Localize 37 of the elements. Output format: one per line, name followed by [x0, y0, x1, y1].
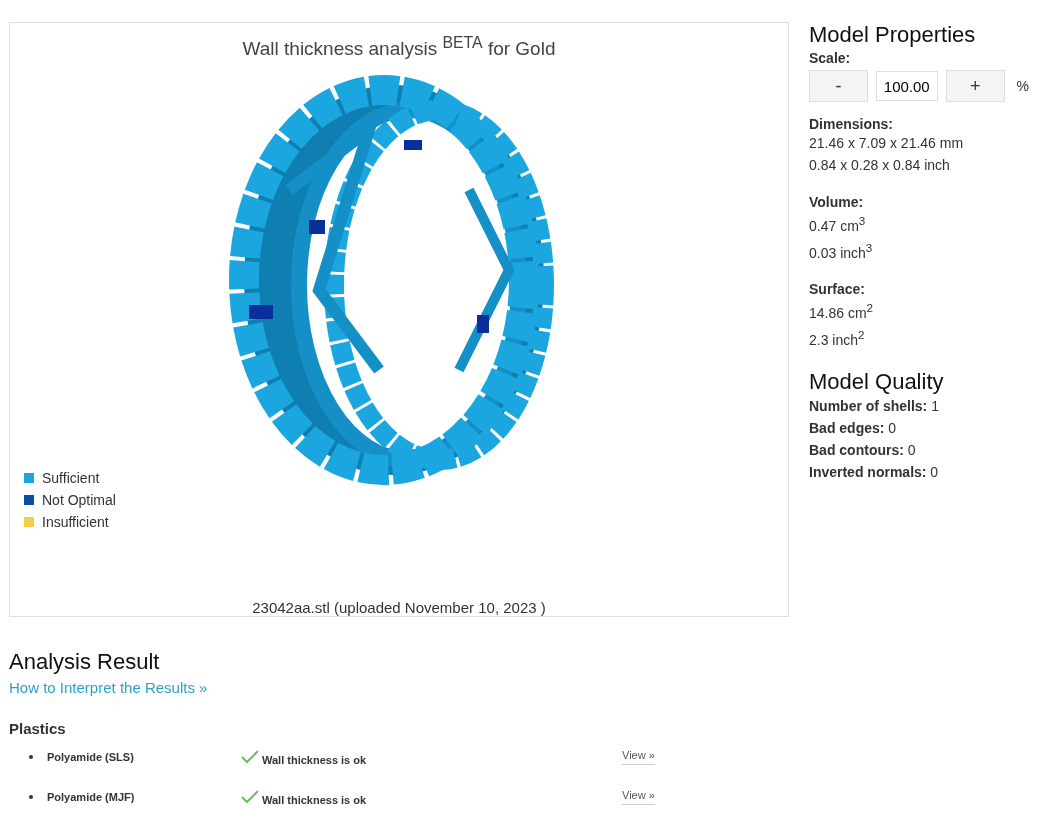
property-value: 14.86 cm$^{2}$ [809, 300, 875, 323]
view-link[interactable]: View » [622, 749, 655, 765]
legend-label: Not Optimal [42, 492, 116, 508]
section-title: Model Quality [809, 368, 945, 395]
view-link[interactable]: View » [622, 789, 655, 805]
legend-label: Sufficient [42, 470, 100, 486]
increase-button[interactable]: + [945, 70, 1005, 102]
scale-label: Scale: [809, 50, 852, 66]
quality-stat: Inverted normals: 0 [809, 462, 940, 482]
checkmark-icon [241, 750, 259, 764]
material-name: Polyamide (SLS) [47, 751, 135, 763]
property-label: Volume: [809, 194, 865, 210]
viewer-title: Wall thickness analysis $^{BETA}$ for Gold [242, 34, 556, 61]
percent-unit: % [1016, 78, 1029, 94]
property-value: 21.46 x 7.09 x 21.46 mm [809, 134, 965, 153]
property-label: Dimensions: [809, 116, 894, 132]
file-caption: 23042aa.stl (uploaded November 10, 2023 ) [252, 599, 546, 616]
quality-stat: Bad contours: 0 [809, 440, 917, 460]
section-title: Analysis Result [9, 649, 161, 675]
section-title: Model Properties [809, 22, 977, 48]
quality-stat: Bad edges: 0 [809, 418, 898, 438]
material-name: Polyamide (MJF) [47, 791, 136, 803]
status-text: Wall thickness is ok [262, 793, 368, 806]
property-value: 2.3 inch$^{2}$ [809, 326, 866, 350]
property-label: Surface: [809, 281, 867, 298]
property-value: 0.47 cm$^{3}$ [809, 213, 867, 236]
bullet-icon [29, 755, 33, 759]
scale-field[interactable]: 100.00 [875, 71, 938, 101]
decrease-button[interactable]: - [809, 70, 868, 102]
status-text: Wall thickness is ok [262, 753, 368, 766]
property-value: 0.03 inch$^{3}$ [809, 239, 874, 263]
bullet-icon [29, 795, 33, 799]
legend-label: Insufficient [42, 514, 109, 530]
checkmark-icon [241, 790, 259, 804]
quality-stat: Number of shells: 1 [809, 396, 940, 416]
property-value: 0.84 x 0.28 x 0.84 inch [809, 156, 951, 175]
group-heading: Plastics [9, 720, 67, 737]
